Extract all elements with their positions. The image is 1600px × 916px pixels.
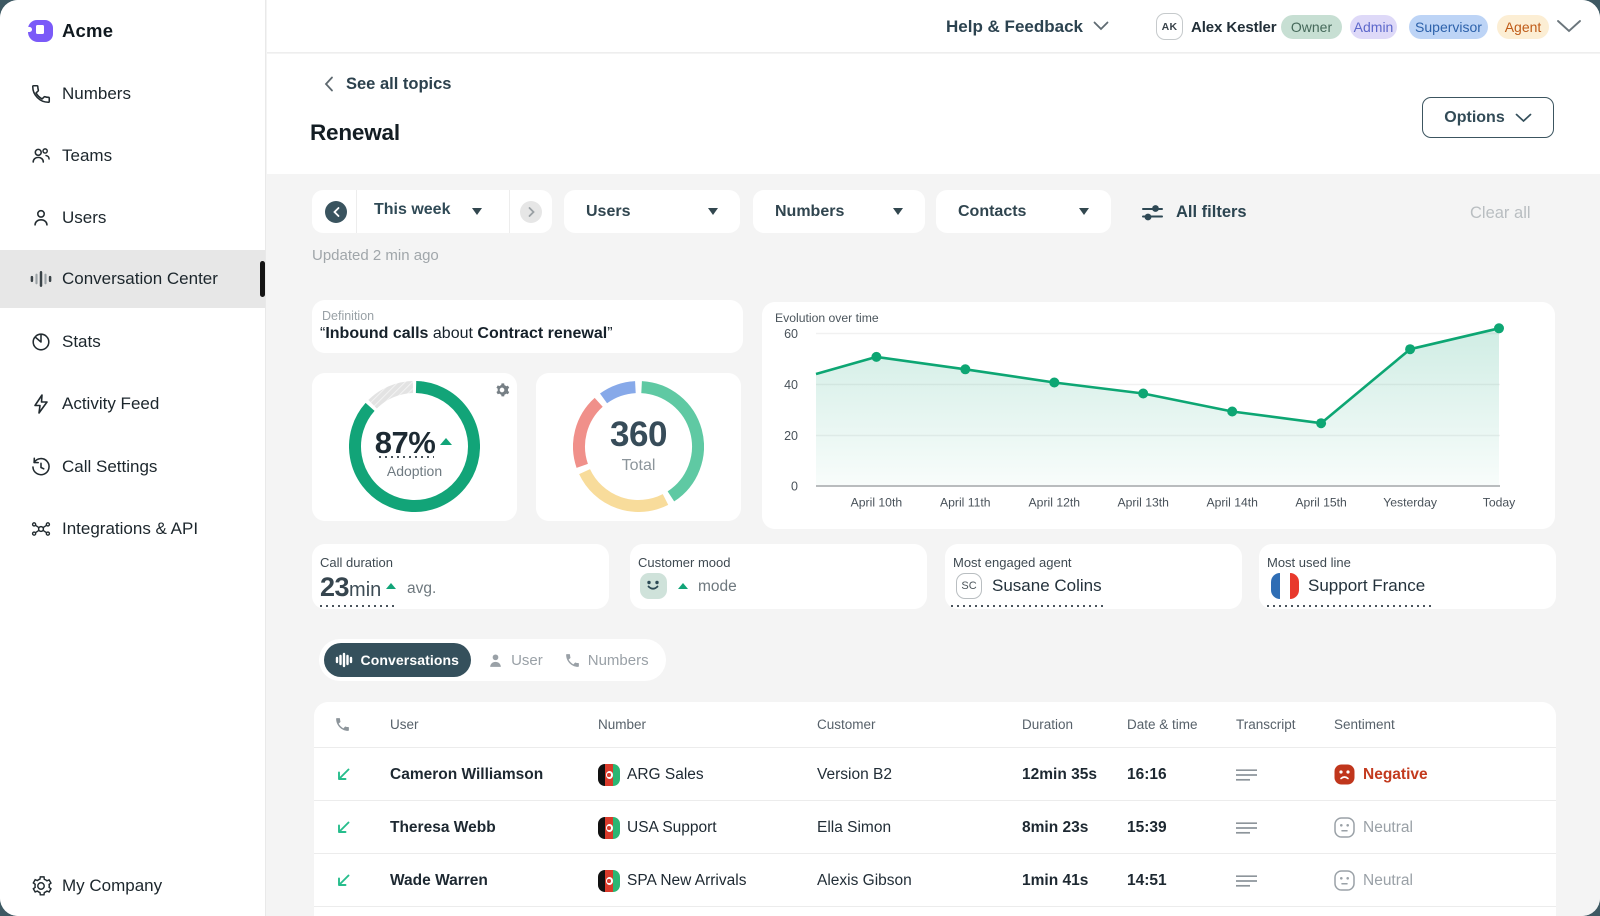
svg-text:Today: Today [1483, 496, 1516, 510]
svg-text:20: 20 [784, 429, 798, 443]
svg-text:April 13th: April 13th [1117, 496, 1169, 510]
svg-text:Yesterday: Yesterday [1383, 496, 1438, 510]
svg-text:April 14th: April 14th [1206, 496, 1258, 510]
svg-text:60: 60 [784, 327, 798, 341]
svg-text:April 15th: April 15th [1295, 496, 1347, 510]
svg-text:April 12th: April 12th [1029, 496, 1081, 510]
svg-text:April 10th: April 10th [851, 496, 903, 510]
svg-text:April 11th: April 11th [940, 496, 991, 510]
svg-text:40: 40 [784, 378, 798, 392]
svg-text:0: 0 [791, 480, 798, 494]
